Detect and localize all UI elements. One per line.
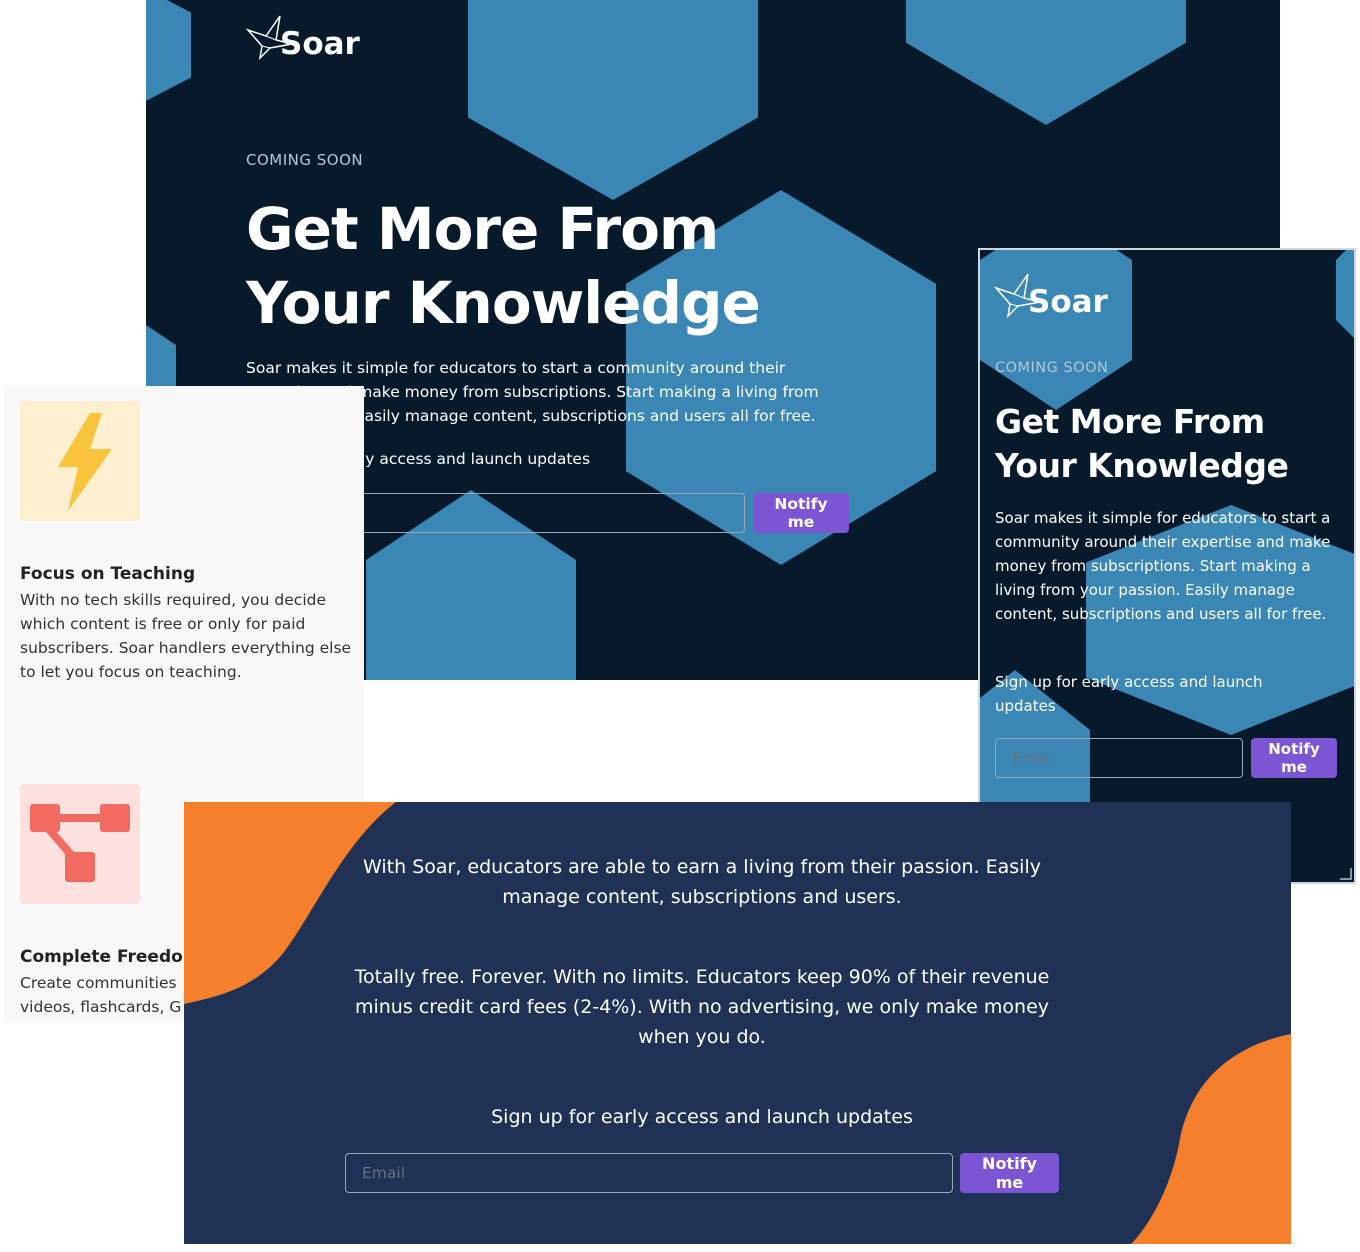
headline: Get More From Your Knowledge	[246, 192, 761, 340]
feature-title: Complete Freedom	[20, 947, 201, 967]
headline: Get More From Your Knowledge	[995, 400, 1289, 488]
hex-shape	[1336, 250, 1354, 350]
cta-signup-prompt: Sign up for early access and launch upda…	[491, 1106, 913, 1128]
flowchart-icon	[30, 804, 130, 882]
hex-shape	[906, 0, 1186, 125]
resize-handle[interactable]	[1340, 868, 1352, 880]
soar-logo[interactable]: Soar	[994, 268, 1108, 320]
headline-line-1: Get More From	[995, 402, 1265, 441]
email-input[interactable]	[345, 1153, 953, 1193]
feature-description: Create communities videos, flashcards, G	[20, 974, 182, 1016]
email-input[interactable]	[995, 738, 1243, 778]
logo-text: Soar	[280, 26, 360, 62]
notify-me-button[interactable]: Notify me	[753, 493, 849, 533]
soar-logo[interactable]: Soar	[246, 10, 360, 62]
coming-soon-label: COMING SOON	[246, 151, 364, 169]
headline-line-2: Your Knowledge	[246, 269, 761, 337]
lightning-icon	[58, 413, 112, 511]
hex-shape	[146, 0, 191, 110]
flowchart-icon-tile	[20, 784, 140, 904]
feature-description: With no tech skills required, you decide…	[20, 591, 352, 681]
hex-shape	[468, 0, 758, 200]
notify-me-button[interactable]: Notify me	[960, 1153, 1059, 1193]
signup-prompt: Sign up for early access and launch upda…	[995, 673, 1263, 715]
feature-title: Focus on Teaching	[20, 564, 196, 584]
description: Soar makes it simple for educators to st…	[995, 509, 1331, 623]
cta-panel: With Soar, educators are able to earn a …	[184, 802, 1291, 1244]
coming-soon-label: COMING SOON	[995, 360, 1109, 376]
headline-line-1: Get More From	[246, 195, 719, 263]
orange-wave-bottom	[1131, 1034, 1291, 1244]
cta-paragraph-2: Totally free. Forever. With no limits. E…	[354, 966, 1050, 1048]
lightning-icon-tile	[20, 401, 140, 521]
mobile-hero-panel: Soar COMING SOON Get More From Your Know…	[978, 248, 1356, 884]
logo-text: Soar	[1028, 284, 1108, 320]
headline-line-2: Your Knowledge	[995, 446, 1289, 485]
cta-paragraph-1: With Soar, educators are able to earn a …	[363, 856, 1041, 908]
notify-me-button[interactable]: Notify me	[1251, 738, 1337, 778]
